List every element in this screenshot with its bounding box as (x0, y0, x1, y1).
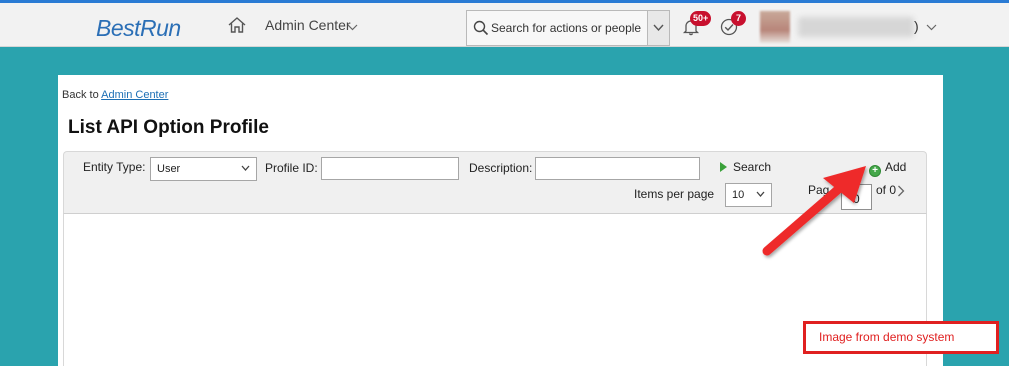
annotation-arrow (762, 166, 866, 256)
demo-system-text: Image from demo system (819, 330, 955, 344)
demo-system-label: Image from demo system (803, 321, 999, 354)
